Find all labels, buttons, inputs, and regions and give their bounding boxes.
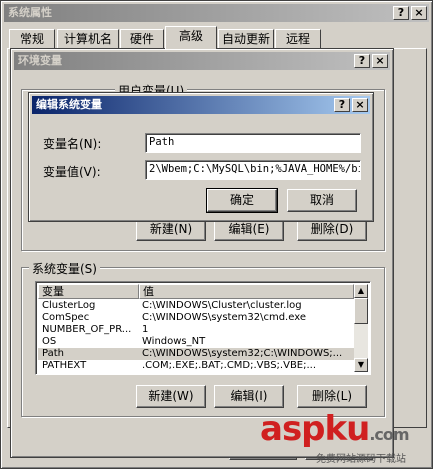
tab-advanced[interactable]: 高级 [165,26,217,49]
env-close-button[interactable]: × [372,54,388,68]
row-value: Windows_NT [142,336,206,347]
system-properties-title: 系统属性 [8,6,52,19]
table-row-selected[interactable]: Path C:\WINDOWS\system32;C:\WINDOWS;... [38,348,354,360]
help-button[interactable]: ? [393,6,409,20]
system-new-button[interactable]: 新建(W) [136,385,206,408]
edit-title: 编辑系统变量 [36,98,102,111]
system-variables-label: 系统变量(S) [29,260,100,277]
watermark-brand: aspku.com [260,409,410,454]
row-value: C:\WINDOWS\system32\cmd.exe [142,312,306,323]
row-name: ComSpec [42,312,90,323]
edit-titlebar[interactable]: 编辑系统变量 ? × [32,96,370,114]
table-row[interactable]: NUMBER_OF_PR... 1 [38,324,354,336]
system-properties-titlebar[interactable]: 系统属性 ? × [4,4,429,22]
env-help-button[interactable]: ? [354,54,370,68]
watermark-tagline: 免费网站源码下载站 [316,454,406,465]
env-title: 环境变量 [18,54,62,67]
tab-hardware[interactable]: 硬件 [120,29,164,49]
variable-name-field[interactable]: Path [145,133,361,153]
row-name: ClusterLog [42,300,96,311]
row-value: C:\WINDOWS\Cluster\cluster.log [142,300,302,311]
edit-ok-button[interactable]: 确定 [206,188,278,213]
row-name: OS [42,336,57,347]
list-scrollbar[interactable]: ▲ ▼ [354,284,368,372]
scroll-down-icon[interactable]: ▼ [354,358,368,372]
edit-cancel-button[interactable]: 取消 [287,189,357,212]
close-button[interactable]: × [411,6,427,20]
variable-value-field[interactable]: 2\Wbem;C:\MySQL\bin;%JAVA_HOME%/bin [145,160,361,180]
row-value: 1 [142,324,149,335]
system-variables-list[interactable]: 变量 值 ClusterLog C:\WINDOWS\Cluster\clust… [35,281,371,375]
row-value: .COM;.EXE;.BAT;.CMD;.VBS;.VBE;... [142,360,317,371]
row-name: Path [42,348,64,359]
variable-name-label: 变量名(N): [43,137,102,151]
edit-help-button[interactable]: ? [334,98,350,112]
column-header-value[interactable]: 值 [139,284,354,299]
watermark-tld: .com [369,425,409,444]
edit-system-variable-dialog: 编辑系统变量 ? × 变量名(N): Path 变量值(V): 2\Wbem;C… [28,92,374,222]
aspku-watermark: aspku.com 免费网站源码下载站 [260,410,430,468]
variable-value-label: 变量值(V): [43,165,101,179]
watermark-brand-text: aspku [260,409,370,449]
scroll-thumb[interactable] [354,298,368,324]
tab-remote[interactable]: 远程 [275,29,321,49]
table-row[interactable]: OS Windows_NT [38,336,354,348]
row-name: NUMBER_OF_PR... [42,324,132,335]
env-titlebar[interactable]: 环境变量 ? × [14,52,390,70]
column-header-variable[interactable]: 变量 [38,284,139,299]
table-row[interactable]: ComSpec C:\WINDOWS\system32\cmd.exe [38,312,354,324]
system-edit-button[interactable]: 编辑(I) [214,385,284,408]
tab-automatic-updates[interactable]: 自动更新 [218,29,274,49]
tab-general[interactable]: 常规 [9,29,55,49]
row-name: PATHEXT [42,360,87,371]
row-value: C:\WINDOWS\system32;C:\WINDOWS;... [142,348,343,359]
table-row[interactable]: PATHEXT .COM;.EXE;.BAT;.CMD;.VBS;.VBE;..… [38,360,354,372]
scroll-up-icon[interactable]: ▲ [354,284,368,298]
edit-close-button[interactable]: × [352,98,368,112]
tab-computer-name[interactable]: 计算机名 [57,29,119,49]
table-row[interactable]: ClusterLog C:\WINDOWS\Cluster\cluster.lo… [38,300,354,312]
system-delete-button[interactable]: 删除(L) [297,385,367,408]
